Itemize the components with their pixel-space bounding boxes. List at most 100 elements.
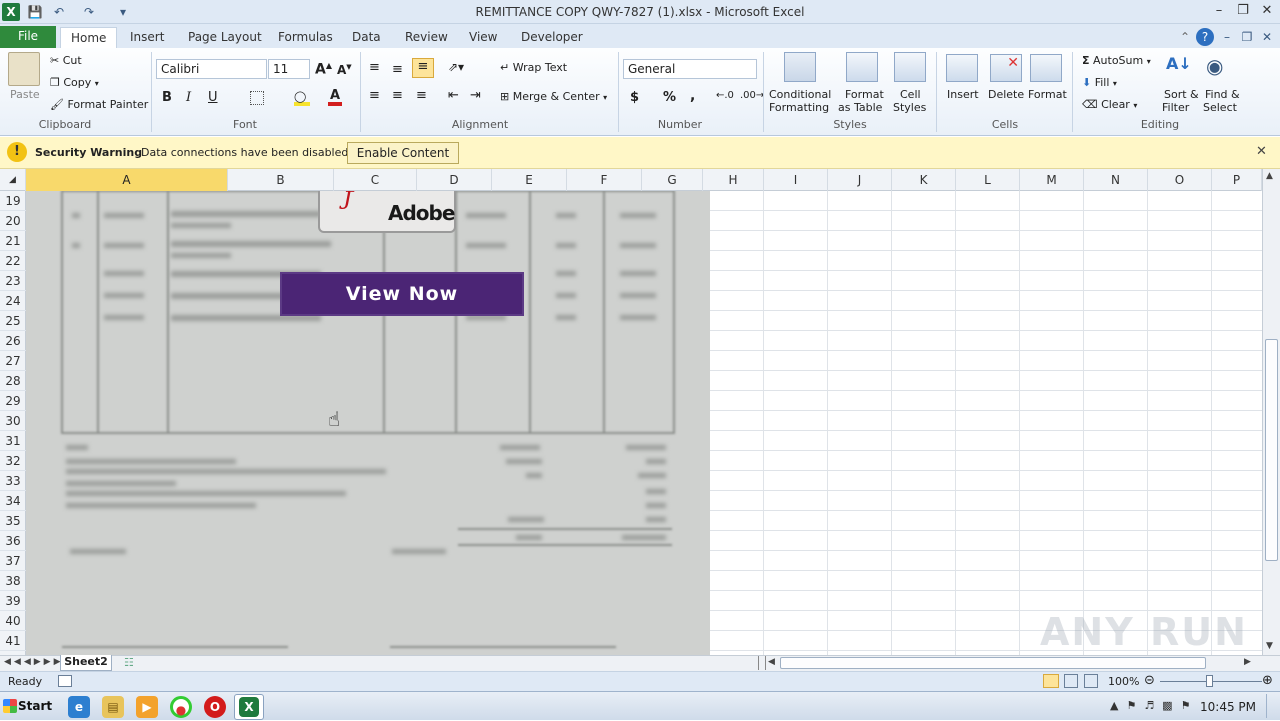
align-top-icon[interactable]: ≡	[369, 60, 380, 75]
copy-button[interactable]: ❐ Copy ▾	[50, 76, 99, 89]
tab-formulas[interactable]: Formulas	[268, 27, 343, 48]
sheet-tab-sheet2[interactable]: Sheet2	[60, 655, 112, 671]
column-header-c[interactable]: C	[334, 169, 417, 191]
help-icon[interactable]: ?	[1196, 28, 1214, 46]
column-header-h[interactable]: H	[703, 169, 764, 191]
row-header[interactable]: 19	[0, 191, 26, 211]
insert-cells-button[interactable]: Insert	[947, 88, 979, 101]
file-explorer-icon[interactable]: ▤	[102, 696, 124, 718]
column-header-j[interactable]: J	[828, 169, 892, 191]
split-handle[interactable]	[758, 656, 766, 670]
delete-cells-button[interactable]: Delete	[988, 88, 1024, 101]
comma-button[interactable]: ,	[690, 88, 695, 104]
sort-filter-label-2[interactable]: Filter	[1162, 101, 1189, 114]
blurred-invoice-image[interactable]: ƒ Adobe View Now ☝	[26, 191, 710, 655]
row-header[interactable]: 22	[0, 251, 26, 271]
align-middle-icon[interactable]: ≡	[392, 62, 403, 77]
row-header[interactable]: 41	[0, 631, 26, 651]
enable-content-button[interactable]: Enable Content	[347, 142, 459, 164]
insert-cells-icon[interactable]	[946, 54, 978, 82]
orientation-icon[interactable]: ⇗▾	[448, 60, 464, 74]
wb-restore-icon[interactable]: ❐	[1238, 28, 1256, 46]
zoom-level[interactable]: 100%	[1108, 675, 1139, 688]
font-color-icon[interactable]: A	[328, 88, 342, 106]
tab-view[interactable]: View	[459, 27, 507, 48]
row-header[interactable]: 24	[0, 291, 26, 311]
conditional-formatting-label[interactable]: Conditional	[769, 88, 831, 101]
italic-button[interactable]: I	[186, 90, 191, 105]
autosum-button[interactable]: Σ AutoSum ▾	[1082, 54, 1151, 67]
tab-home[interactable]: Home	[60, 27, 118, 48]
column-header-d[interactable]: D	[417, 169, 492, 191]
sort-filter-icon[interactable]: A↓	[1166, 54, 1196, 84]
clock[interactable]: 10:45 PM	[1200, 700, 1256, 714]
column-header-g[interactable]: G	[642, 169, 703, 191]
align-center-icon[interactable]: ≡	[392, 88, 403, 103]
decrease-indent-icon[interactable]: ⇤	[448, 88, 459, 103]
scroll-up-icon[interactable]: ▲	[1266, 171, 1273, 181]
cut-button[interactable]: ✂ Cut	[50, 54, 82, 67]
close-button[interactable]: ✕	[1256, 2, 1278, 20]
row-header[interactable]: 36	[0, 531, 26, 551]
increase-decimal-icon[interactable]: ←.0	[716, 90, 734, 101]
select-all-button[interactable]: ◢	[0, 169, 26, 191]
column-header-n[interactable]: N	[1084, 169, 1148, 191]
row-header[interactable]: 23	[0, 271, 26, 291]
decrease-decimal-icon[interactable]: .00→	[740, 90, 764, 101]
format-painter-button[interactable]: 🖌 Format Painter	[50, 98, 148, 111]
conditional-formatting-icon[interactable]	[784, 52, 816, 82]
paste-icon[interactable]	[8, 52, 40, 86]
wb-close-icon[interactable]: ✕	[1258, 28, 1276, 46]
tray-icons[interactable]: ▲⚑♬▩⚑	[1110, 699, 1198, 712]
macro-record-icon[interactable]	[58, 675, 72, 687]
sheet-nav-icons[interactable]: ◀◀◀▶▶▶	[4, 657, 64, 667]
number-format-combo[interactable]: General	[623, 59, 757, 79]
opera-icon[interactable]: O	[204, 696, 226, 718]
find-select-label-2[interactable]: Select	[1203, 101, 1237, 114]
fill-button[interactable]: ⬇ Fill ▾	[1082, 76, 1117, 89]
format-as-table-label[interactable]: Format	[845, 88, 884, 101]
row-header[interactable]: 40	[0, 611, 26, 631]
vertical-scroll-thumb[interactable]	[1265, 339, 1278, 561]
font-size-combo[interactable]: 11	[268, 59, 310, 79]
shrink-font-icon[interactable]: A▼	[337, 63, 352, 77]
column-header-i[interactable]: I	[764, 169, 828, 191]
align-right-icon[interactable]: ≡	[416, 88, 427, 103]
column-header-k[interactable]: K	[892, 169, 956, 191]
row-header[interactable]: 20	[0, 211, 26, 231]
column-header-l[interactable]: L	[956, 169, 1020, 191]
font-name-combo[interactable]: Calibri	[156, 59, 267, 79]
delete-cells-icon[interactable]: ✕	[990, 54, 1022, 82]
align-left-icon[interactable]: ≡	[369, 88, 380, 103]
page-break-view-icon[interactable]	[1084, 674, 1098, 688]
show-desktop-button[interactable]	[1266, 694, 1278, 718]
row-header[interactable]: 32	[0, 451, 26, 471]
restore-button[interactable]: ❐	[1232, 2, 1254, 20]
tab-data[interactable]: Data	[342, 27, 391, 48]
zoom-out-icon[interactable]: ⊝	[1144, 673, 1155, 688]
scroll-right-icon[interactable]: ▶	[1244, 657, 1251, 667]
row-header[interactable]: 21	[0, 231, 26, 251]
conditional-formatting-label-2[interactable]: Formatting	[769, 101, 829, 114]
binoculars-icon[interactable]: ◉	[1206, 54, 1236, 84]
insert-sheet-icon[interactable]: ☷	[124, 656, 134, 669]
bold-button[interactable]: B	[162, 90, 172, 105]
format-as-table-icon[interactable]	[846, 52, 878, 82]
row-header[interactable]: 35	[0, 511, 26, 531]
row-header[interactable]: 38	[0, 571, 26, 591]
start-button[interactable]: Start	[0, 694, 54, 718]
row-header[interactable]: 27	[0, 351, 26, 371]
vertical-scrollbar[interactable]: ▲ ▼	[1262, 169, 1280, 655]
row-header[interactable]: 25	[0, 311, 26, 331]
cell-styles-label[interactable]: Cell	[900, 88, 921, 101]
format-cells-icon[interactable]	[1030, 54, 1062, 82]
percent-button[interactable]: %	[663, 90, 676, 105]
sort-filter-label[interactable]: Sort &	[1164, 88, 1199, 101]
excel-taskbar-button[interactable]: X	[234, 694, 264, 720]
close-warning-icon[interactable]: ✕	[1256, 144, 1267, 159]
row-header[interactable]: 39	[0, 591, 26, 611]
wb-minimize-icon[interactable]: –	[1218, 28, 1236, 46]
minimize-button[interactable]: –	[1208, 2, 1230, 20]
column-header-m[interactable]: M	[1020, 169, 1084, 191]
row-header[interactable]: 34	[0, 491, 26, 511]
